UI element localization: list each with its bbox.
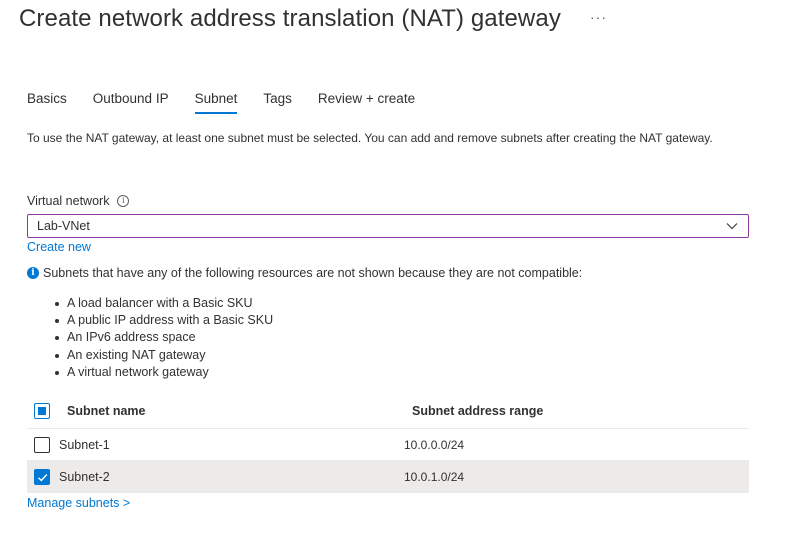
incompatible-resources-list: A load balancer with a Basic SKU A publi… — [54, 295, 273, 381]
virtual-network-label-row: Virtual network i — [27, 194, 130, 208]
address-range-cell: 10.0.0.0/24 — [404, 438, 465, 452]
more-options-icon[interactable]: ··· — [590, 9, 607, 25]
tab-review-create[interactable]: Review + create — [318, 91, 415, 114]
virtual-network-label: Virtual network — [27, 194, 110, 208]
info-icon[interactable]: i — [117, 195, 130, 207]
subnet-name-cell: Subnet-1 — [59, 438, 110, 452]
tab-outbound-ip[interactable]: Outbound IP — [93, 91, 169, 114]
column-header-subnet-name[interactable]: Subnet name — [67, 404, 146, 418]
subnet-table: Subnet name Subnet address range Subnet-… — [27, 395, 749, 493]
table-row[interactable]: Subnet-1 10.0.0.0/24 — [27, 429, 749, 461]
virtual-network-dropdown[interactable]: Lab-VNet — [27, 214, 749, 238]
table-header: Subnet name Subnet address range — [27, 395, 749, 429]
row-checkbox[interactable] — [34, 437, 50, 453]
tab-basics[interactable]: Basics — [27, 91, 67, 114]
create-new-vnet-link[interactable]: Create new — [27, 240, 91, 254]
list-item: A public IP address with a Basic SKU — [54, 312, 273, 329]
page-title: Create network address translation (NAT)… — [19, 5, 561, 32]
column-header-address-range[interactable]: Subnet address range — [412, 404, 543, 418]
checkmark-icon — [38, 474, 48, 482]
virtual-network-value: Lab-VNet — [37, 219, 90, 233]
address-range-cell: 10.0.1.0/24 — [404, 470, 465, 484]
list-item: An existing NAT gateway — [54, 347, 273, 364]
list-item: A virtual network gateway — [54, 364, 273, 381]
row-checkbox[interactable] — [34, 469, 50, 485]
table-row[interactable]: Subnet-2 10.0.1.0/24 — [27, 461, 749, 493]
subnet-name-cell: Subnet-2 — [59, 470, 110, 484]
notice-text: Subnets that have any of the following r… — [43, 266, 583, 280]
tab-subnet[interactable]: Subnet — [194, 91, 237, 114]
tab-bar: Basics Outbound IP Subnet Tags Review + … — [27, 91, 441, 114]
list-item: An IPv6 address space — [54, 329, 273, 346]
chevron-down-icon — [726, 223, 738, 230]
select-all-checkbox[interactable] — [34, 403, 50, 419]
subnet-description: To use the NAT gateway, at least one sub… — [27, 131, 713, 145]
manage-subnets-link[interactable]: Manage subnets > — [27, 496, 130, 510]
list-item: A load balancer with a Basic SKU — [54, 295, 273, 312]
compatibility-notice: i Subnets that have any of the following… — [27, 266, 582, 280]
info-filled-icon: i — [27, 267, 39, 279]
tab-tags[interactable]: Tags — [263, 91, 292, 114]
